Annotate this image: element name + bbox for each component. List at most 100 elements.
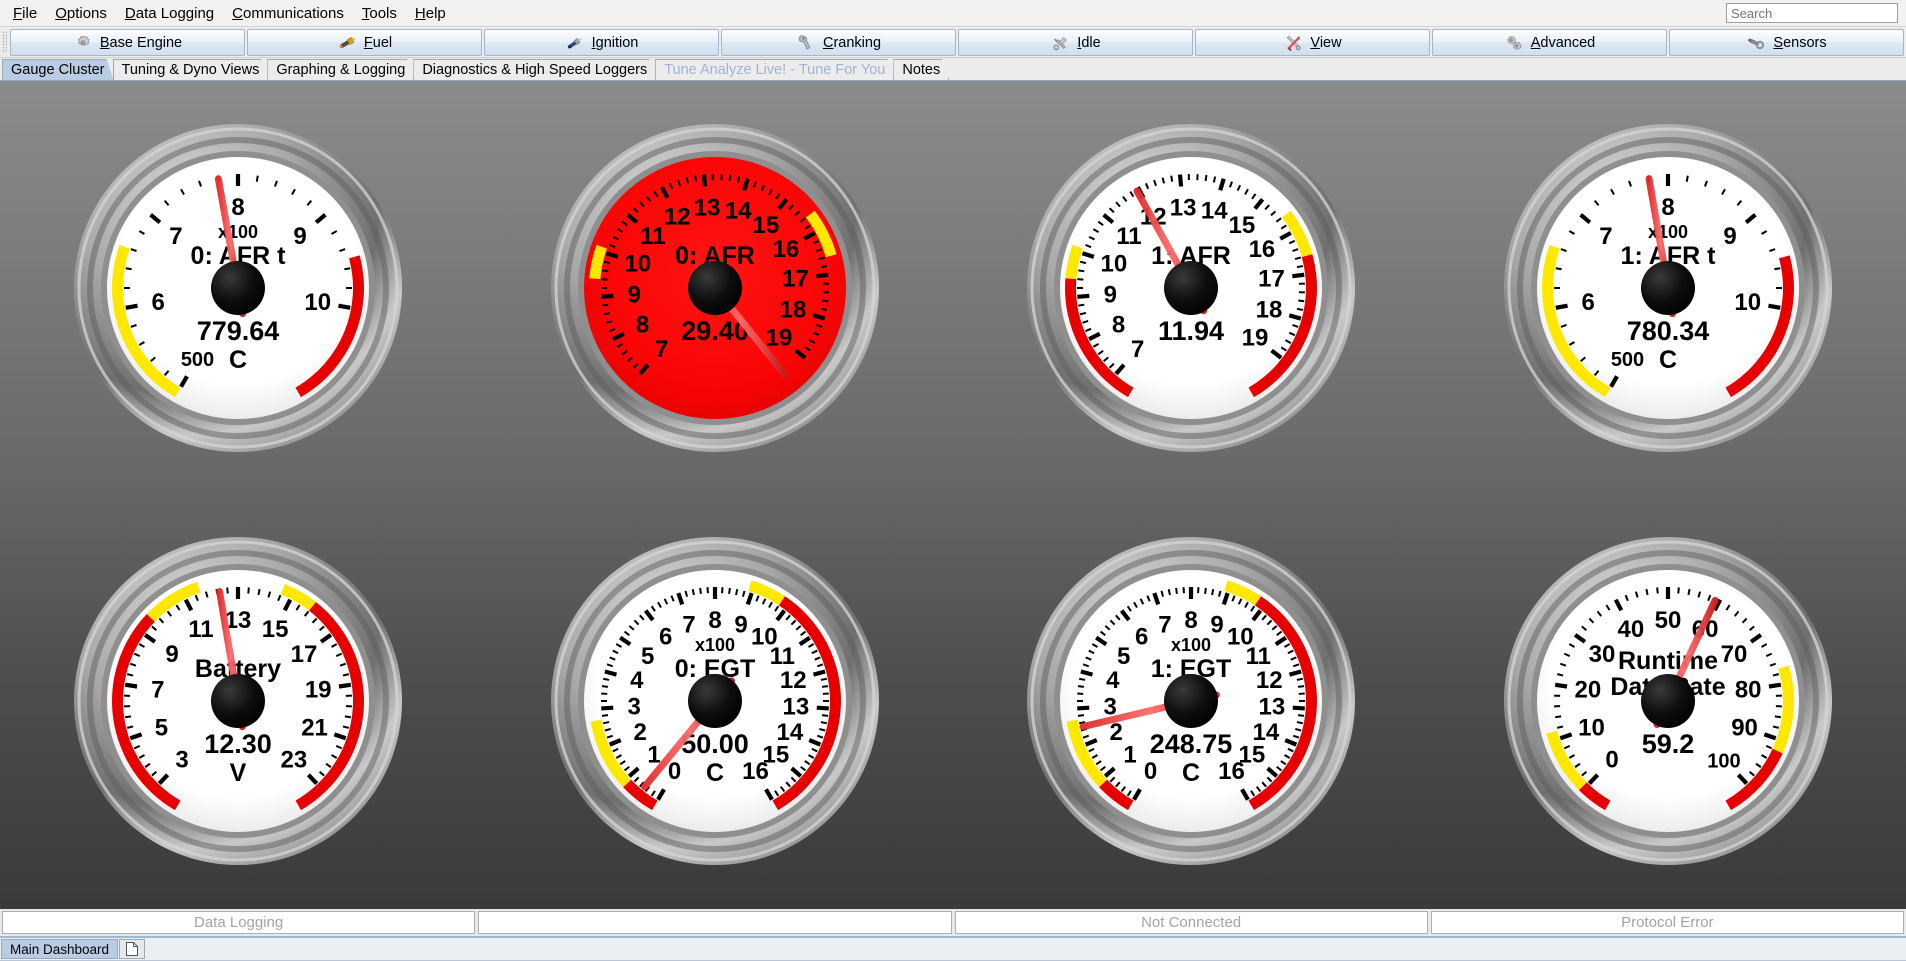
gauge-minor-tick — [227, 588, 228, 594]
gauge-tick-label: 50 — [1654, 607, 1681, 634]
gauge-hub — [1641, 674, 1695, 728]
gauge-unit: C — [1659, 346, 1677, 374]
gauge-tick-label: 16 — [1218, 758, 1245, 785]
gauge-major-tick — [1769, 685, 1781, 687]
toolbar-button-advanced[interactable]: Advanced — [1432, 29, 1667, 56]
menu-data-logging[interactable]: Data Logging — [116, 2, 223, 25]
gauge-value: 779.64 — [197, 316, 280, 346]
gauge-minor-tick — [1773, 674, 1779, 675]
gauge-tick-label: 13 — [694, 194, 721, 221]
wrench-icon — [796, 34, 816, 52]
gauge-tick-label: 7 — [655, 336, 668, 363]
gauge-svg: 012345678910111213141516x1001: EGT248.75… — [1021, 531, 1361, 871]
gauge-major-tick — [1180, 174, 1181, 186]
menu-options[interactable]: Options — [46, 2, 116, 25]
toolbar-button-label: Idle — [1077, 35, 1100, 51]
gauge-value: 780.34 — [1626, 316, 1709, 346]
gauge-minor-tick — [1171, 175, 1172, 181]
toolbar-button-ignition[interactable]: Ignition — [484, 29, 719, 56]
gauge-tick-label: 1 — [1124, 742, 1137, 769]
gauge-tick-label: 10 — [305, 289, 332, 316]
gauge-hub — [688, 261, 742, 315]
gauge-minor-tick — [1775, 717, 1781, 718]
gauge-cell: 012345678910111213141516x1001: EGT248.75… — [953, 495, 1430, 909]
search-input[interactable] — [1726, 3, 1898, 23]
gauge-0-afr-t[interactable]: 500678910x1000: AFR t779.64C — [68, 118, 408, 458]
gauge-cluster-panel: 500678910x1000: AFR t779.64C 78910111213… — [0, 81, 1906, 908]
toolbar-button-base-engine[interactable]: Base Engine — [10, 29, 245, 56]
gauge-1-afr[interactable]: 789101112131415161718191: AFR11.94 — [1021, 118, 1361, 458]
gauge-tick-label: 9 — [1104, 281, 1117, 308]
menu-file[interactable]: File — [4, 2, 46, 25]
gauge-major-tick — [816, 275, 828, 276]
gauge-tick-label: 4 — [1106, 667, 1120, 694]
new-page-glyph — [125, 941, 139, 957]
gauge-tick-label: 7 — [1159, 612, 1172, 639]
gauge-battery[interactable]: 357911131517192123Battery12.30V — [68, 531, 408, 871]
gauge-0-egt[interactable]: 012345678910111213141516x1000: EGT50.00C — [545, 531, 885, 871]
gauge-minor-tick — [1206, 175, 1207, 181]
tab-label: Graphing & Logging — [276, 62, 405, 78]
gauge-svg: 500678910x1001: AFR t780.34C — [1498, 118, 1838, 458]
gauge-unit: V — [230, 759, 247, 787]
gauge-minor-tick — [822, 300, 828, 301]
status-cell-3: Not Connected — [955, 911, 1428, 934]
gauge-svg: 500678910x1000: AFR t779.64C — [68, 118, 408, 458]
gauge-minor-tick — [821, 722, 827, 723]
gauge-tick-label: 17 — [1258, 265, 1285, 292]
gauge-minor-tick — [1176, 588, 1177, 594]
gauge-tick-label: 8 — [1112, 311, 1125, 338]
gauge-tick-label: 11 — [188, 616, 213, 643]
toolbar-button-cranking[interactable]: Cranking — [721, 29, 956, 56]
gauge-hub — [211, 261, 265, 315]
gauge-tick-label: 500 — [1611, 349, 1644, 371]
dashboard-tab-main[interactable]: Main Dashboard — [1, 939, 118, 959]
gauge-1-egt[interactable]: 012345678910111213141516x1001: EGT248.75… — [1021, 531, 1361, 871]
gauge-tick-label: 5 — [641, 643, 654, 670]
dashboard-tab-bar: Main Dashboard — [0, 936, 1906, 961]
gauge-value: 59.2 — [1641, 729, 1694, 759]
gauge-tick-label: 9 — [1211, 612, 1224, 639]
gauge-minor-tick — [249, 588, 250, 594]
toolbar-button-view[interactable]: View — [1195, 29, 1430, 56]
gauge-tick-label: 12 — [1256, 667, 1283, 694]
gauge-runtime[interactable]: 0102030405060708090100RuntimeData Rate59… — [1498, 531, 1838, 871]
gauge-minor-tick — [1297, 309, 1303, 310]
new-page-icon[interactable] — [119, 939, 145, 959]
menu-communications[interactable]: Communications — [223, 2, 353, 25]
menu-tools[interactable]: Tools — [353, 2, 406, 25]
gauge-minor-tick — [343, 727, 349, 728]
gauge-minor-tick — [1297, 266, 1303, 267]
tab-gauge-cluster[interactable]: Gauge Cluster — [2, 59, 114, 80]
gauge-minor-tick — [1205, 588, 1206, 594]
gauge-minor-tick — [1688, 589, 1689, 595]
gauge-minor-tick — [127, 727, 133, 728]
toolbar-button-idle[interactable]: Idle — [958, 29, 1193, 56]
gauge-1-afr-t[interactable]: 500678910x1001: AFR t780.34C — [1498, 118, 1838, 458]
tab-label: Gauge Cluster — [11, 62, 105, 78]
toolbar-button-fuel[interactable]: Fuel — [247, 29, 482, 56]
gauge-tick-label: 0 — [1605, 747, 1618, 774]
gauge-tick-label: 13 — [1259, 694, 1286, 721]
gauge-tick-label: 18 — [779, 296, 806, 323]
menu-help[interactable]: Help — [406, 2, 455, 25]
toolbar-button-sensors[interactable]: Sensors — [1669, 29, 1904, 56]
gauge-tick-label: 8 — [232, 194, 245, 221]
gauge-cell: 789101112131415161718191: AFR11.94 — [953, 81, 1430, 495]
gauge-tick-label: 7 — [1131, 336, 1144, 363]
gauge-0-afr[interactable]: 789101112131415161718190: AFR29.40 — [545, 118, 885, 458]
tab-tuning-dyno-views[interactable]: Tuning & Dyno Views — [113, 59, 269, 80]
gauge-tick-label: 9 — [294, 223, 307, 250]
tab-graphing-logging[interactable]: Graphing & Logging — [267, 59, 414, 80]
tab-notes[interactable]: Notes — [893, 59, 949, 80]
tab-diagnostics-high-speed-loggers[interactable]: Diagnostics & High Speed Loggers — [413, 59, 656, 80]
gauge-major-tick — [1555, 685, 1567, 687]
gauge-tick-label: 8 — [1185, 607, 1198, 634]
gauge-minor-tick — [343, 674, 349, 675]
gauge-tick-label: 10 — [1101, 250, 1128, 277]
gauge-minor-tick — [1774, 268, 1780, 269]
status-cell-label: Protocol Error — [1621, 914, 1714, 931]
status-cell-2 — [478, 911, 951, 934]
gauge-minor-tick — [736, 589, 737, 595]
toolbar-button-label: View — [1310, 35, 1341, 51]
